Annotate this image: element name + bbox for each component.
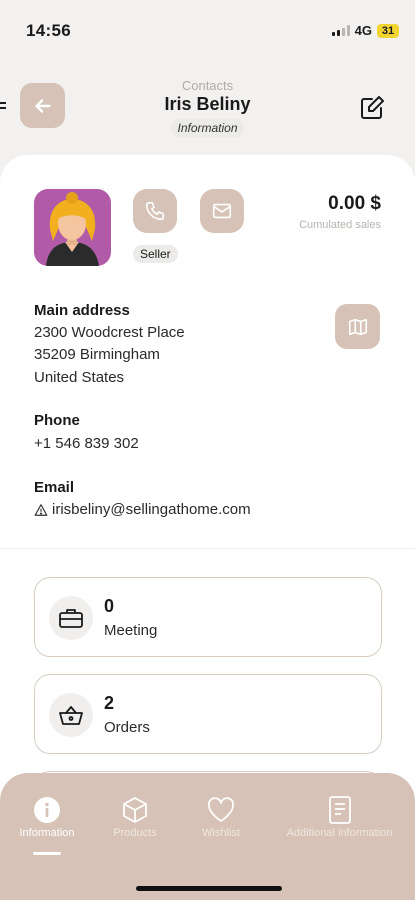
nav-information-label: Information	[19, 827, 75, 839]
nav-products-label: Products	[113, 827, 157, 839]
info-icon	[34, 797, 60, 823]
phone-icon	[145, 201, 165, 221]
phone-value[interactable]: +1 546 839 302	[34, 435, 139, 452]
header: Contacts Iris Beliny Information	[0, 70, 415, 150]
briefcase-icon	[49, 596, 93, 640]
map-button[interactable]	[335, 304, 380, 349]
bottom-nav: Information Products Wishlist Additional…	[0, 773, 415, 900]
address-line-3: United States	[34, 369, 125, 386]
cube-icon	[123, 797, 147, 823]
back-button[interactable]	[20, 83, 65, 128]
page-title: Iris Beliny	[164, 94, 251, 114]
nav-wishlist[interactable]: Wishlist	[186, 793, 256, 839]
address-line-2: 35209 Birmingham	[34, 346, 160, 363]
menu-icon[interactable]	[0, 102, 6, 112]
role-badge: Seller	[133, 245, 178, 263]
nav-additional-information-label: Additional information	[286, 827, 393, 839]
meeting-count: 0	[104, 596, 115, 616]
nav-additional-information[interactable]: Additional information	[272, 793, 407, 839]
warning-icon	[34, 503, 48, 516]
contact-card: Seller 0.00 $ Cumulated sales Main addre…	[0, 155, 415, 875]
status-indicators: 4G 31	[331, 23, 399, 38]
battery-icon: 31	[377, 23, 399, 38]
active-tab-indicator	[33, 852, 61, 855]
call-button[interactable]	[133, 189, 177, 233]
address-label: Main address	[34, 302, 130, 319]
nav-products[interactable]: Products	[100, 793, 170, 839]
avatar-illustration	[46, 192, 99, 266]
document-icon	[328, 796, 351, 824]
nav-information[interactable]: Information	[10, 793, 84, 839]
nav-wishlist-label: Wishlist	[202, 827, 240, 839]
network-label: 4G	[354, 23, 372, 38]
section-pill: Information	[171, 119, 244, 137]
home-indicator	[136, 886, 282, 891]
section-divider	[0, 548, 415, 549]
status-time: 14:56	[26, 21, 71, 40]
email-label: Email	[34, 479, 75, 496]
address-line-1: 2300 Woodcrest Place	[34, 324, 185, 341]
status-bar: 14:56 4G 31	[0, 0, 415, 60]
orders-card[interactable]: 2 Orders	[34, 674, 382, 754]
cumulated-sales-label: Cumulated sales	[299, 219, 381, 231]
signal-icon	[331, 25, 350, 36]
basket-icon	[49, 693, 93, 737]
arrow-left-icon	[34, 98, 51, 113]
mail-icon	[212, 203, 232, 219]
edit-button[interactable]	[358, 94, 386, 122]
heart-icon	[208, 797, 234, 822]
header-title-block: Contacts Iris Beliny Information	[100, 78, 315, 137]
breadcrumb[interactable]: Contacts	[100, 78, 315, 93]
orders-label: Orders	[104, 719, 150, 736]
email-row: irisbeliny@sellingathome.com	[34, 501, 251, 518]
meeting-card[interactable]: 0 Meeting	[34, 577, 382, 657]
map-icon	[348, 318, 367, 335]
phone-label: Phone	[34, 412, 80, 429]
avatar	[34, 189, 111, 266]
cumulated-sales-value: 0.00 $	[328, 193, 381, 214]
orders-count: 2	[104, 693, 115, 713]
email-button[interactable]	[200, 189, 244, 233]
meeting-label: Meeting	[104, 622, 158, 639]
edit-icon	[361, 96, 384, 119]
email-value[interactable]: irisbeliny@sellingathome.com	[52, 501, 251, 518]
